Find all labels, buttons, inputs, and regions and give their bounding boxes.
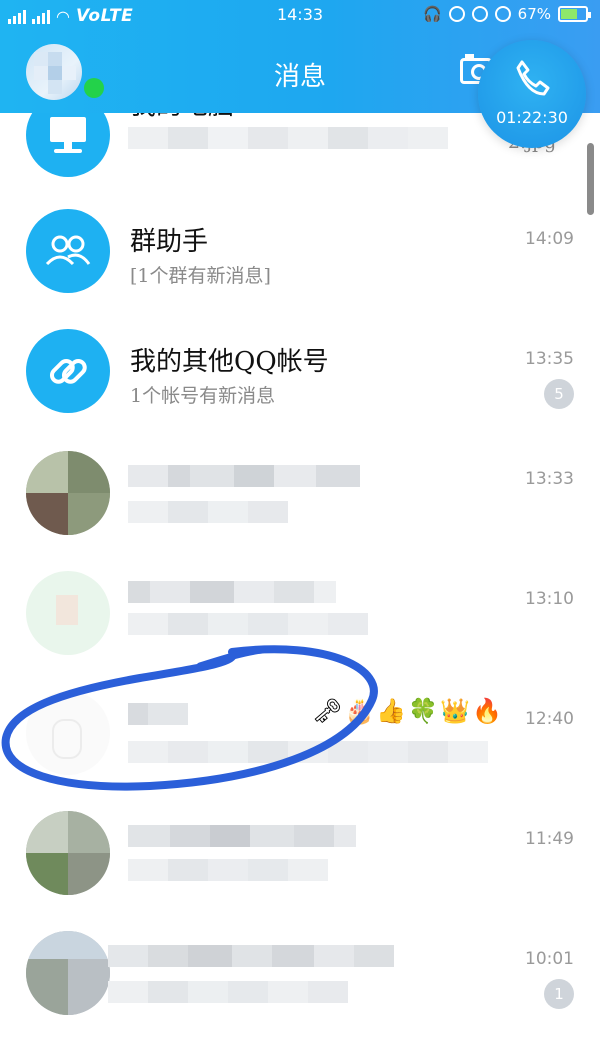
contact-avatar — [26, 811, 110, 895]
blurred-name — [128, 703, 188, 725]
blurred-preview — [128, 127, 448, 149]
scrollbar[interactable] — [587, 143, 594, 215]
qq-message-screen: ◠ VoLTE 14:33 🎧 67% 消息 群助手 [1个群有新消息] 14:… — [0, 0, 600, 1050]
phone-icon — [516, 60, 550, 96]
cake-emoji-icon: 🎂 — [344, 697, 375, 725]
blurred-preview — [128, 859, 328, 881]
conversation-name: 我的电脑 — [130, 113, 234, 122]
battery-icon — [558, 6, 591, 22]
blurred-name — [108, 945, 394, 967]
conversation-other-accounts[interactable]: 我的其他QQ帐号 1个帐号有新消息 13:35 5 — [0, 315, 600, 435]
conversation-row[interactable]: 12:40 — [0, 675, 600, 795]
mute-icon — [448, 6, 465, 22]
unread-badge: 5 — [544, 379, 574, 409]
blurred-name — [128, 465, 360, 487]
contact-avatar — [26, 931, 110, 1015]
accounts-avatar — [26, 329, 110, 413]
conversation-group-helper[interactable]: 群助手 [1个群有新消息] 14:09 — [0, 195, 600, 315]
emoji-badges: 🗝 🎂 👍 🍀 👑 🔥 — [312, 697, 502, 725]
conversation-time: 12:40 — [525, 709, 574, 729]
fire-emoji-icon: 🔥 — [472, 697, 502, 725]
rotation-lock-icon — [471, 6, 488, 22]
conversation-name: 我的其他QQ帐号 — [130, 347, 329, 377]
people-icon — [45, 235, 91, 266]
clover-emoji-icon: 🍀 — [408, 697, 439, 725]
status-right: 🎧 67% — [422, 5, 591, 23]
conversation-time: 10:01 — [525, 949, 574, 969]
blurred-preview — [128, 613, 368, 635]
conversation-time: 13:35 — [525, 349, 574, 369]
thumbs-up-emoji-icon: 👍 — [376, 697, 407, 725]
blurred-preview — [108, 981, 348, 1003]
computer-icon — [50, 117, 86, 153]
status-bar: ◠ VoLTE 14:33 🎧 67% — [0, 0, 600, 32]
conversation-preview: [1个群有新消息] — [130, 265, 271, 287]
conversation-preview: 1个帐号有新消息 — [130, 385, 276, 407]
conversation-time: 11:49 — [525, 829, 574, 849]
group-helper-avatar — [26, 209, 110, 293]
blurred-preview — [128, 741, 488, 763]
conversation-row[interactable]: 10:01 1 — [0, 915, 600, 1035]
key-emoji-icon: 🗝 — [312, 697, 343, 725]
conversation-name: 群助手 — [130, 227, 209, 257]
contact-avatar — [26, 571, 110, 655]
conversation-row[interactable]: 13:10 — [0, 555, 600, 675]
headphone-icon: 🎧 — [422, 5, 442, 23]
alarm-icon — [494, 6, 511, 22]
conversation-time: 13:33 — [525, 469, 574, 489]
blurred-name — [128, 825, 356, 847]
blurred-name — [128, 581, 336, 603]
conversation-time: 14:09 — [525, 229, 574, 249]
ongoing-call-button[interactable]: 01:22:30 — [478, 40, 586, 148]
link-icon — [49, 358, 87, 384]
conversation-row[interactable]: 11:49 — [0, 795, 600, 915]
contact-avatar — [26, 691, 110, 775]
crown-emoji-icon: 👑 — [440, 697, 471, 725]
conversation-time: 13:10 — [525, 589, 574, 609]
unread-badge: 1 — [544, 979, 574, 1009]
blurred-preview — [128, 501, 288, 523]
battery-percent: 67% — [517, 5, 551, 23]
conversation-row[interactable]: 13:33 — [0, 435, 600, 555]
call-duration: 01:22:30 — [496, 108, 568, 127]
conversation-list[interactable]: 我的电脑 2.jpg 群助手 [1个群有新消息] 14:09 — [0, 113, 600, 1050]
computer-avatar — [26, 113, 110, 177]
contact-avatar — [26, 451, 110, 535]
